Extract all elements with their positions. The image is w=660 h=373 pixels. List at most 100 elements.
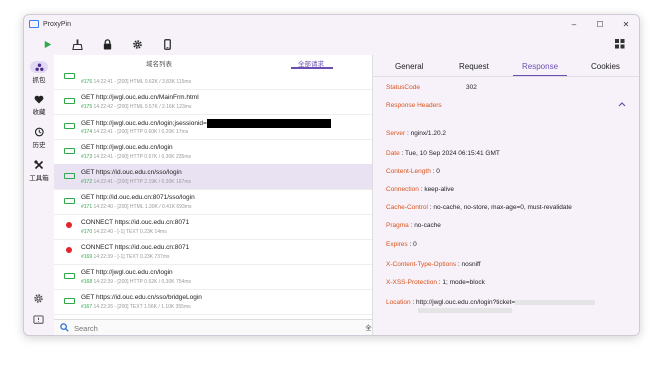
- list-item[interactable]: GET https://id.ouc.edu.cn/sso/bridgeLogi…: [54, 289, 390, 315]
- sidebar-item-label: 抓包: [32, 77, 46, 84]
- request-meta: #171 14:22:40 - [200] HTML 1.30K / 0.41K…: [81, 204, 191, 210]
- request-stats: 14:22:41 - [200] HTTP 2.19K / 0.30K 167m…: [92, 179, 191, 185]
- tab-response[interactable]: Response: [522, 62, 558, 71]
- request-stats: 14:22:39 - [200] HTTP 0.52K / 0.30K 754m…: [92, 279, 191, 285]
- http-icon: [64, 298, 75, 304]
- maximize-button[interactable]: ☐: [587, 15, 613, 33]
- header-row: Content-Length : 0: [386, 168, 440, 175]
- sidebar-item-capture[interactable]: 抓包: [24, 61, 54, 84]
- header-key: X-Content-Type-Options: [386, 261, 457, 268]
- request-stats: 14:22:41 - [200] HTTP 0.60K / 0.20K 17ms: [92, 129, 189, 135]
- http-icon: [64, 98, 75, 104]
- request-url: CONNECT https://id.ouc.edu.cn:8071: [81, 244, 190, 251]
- history-icon: [30, 126, 48, 138]
- request-meta: #172 14:22:41 - [200] HTTP 2.19K / 0.30K…: [81, 179, 191, 185]
- tab-domain-list[interactable]: 域名列表: [146, 58, 172, 68]
- https-lock-button[interactable]: [92, 33, 122, 55]
- list-item[interactable]: GET http://jwgl.ouc.edu.cn/login #173 14:…: [54, 139, 390, 165]
- request-url: GET https://id.ouc.edu.cn/sso/bridgeLogi…: [81, 294, 202, 301]
- header-row: Date : Tue, 10 Sep 2024 06:15:41 GMT: [386, 150, 500, 157]
- request-stats: 14:22:35 - [200] TEXT 1.56K / 1.10K 355m…: [92, 304, 191, 310]
- start-capture-button[interactable]: [32, 33, 62, 55]
- request-id: #176: [81, 79, 93, 85]
- request-line: GET http://jwgl.ouc.edu.cn/MainFrm.html: [81, 94, 199, 101]
- request-url: CONNECT https://id.ouc.edu.cn:8071: [81, 219, 190, 226]
- request-id: #168: [81, 279, 93, 285]
- request-stats: 14:22:40 - [-1] TEXT 0.23K 14ms: [92, 229, 167, 235]
- request-stats: 14:22:41 - [200] HTTP 0.57K / 0.30K 235m…: [92, 154, 191, 160]
- http-icon: [64, 273, 75, 279]
- search-bar: 全部 ▴: [54, 319, 390, 335]
- request-meta: #173 14:22:41 - [200] HTTP 0.57K / 0.30K…: [81, 154, 191, 160]
- lock-icon: [103, 38, 111, 50]
- header-row: Cache-Control : no-cache, no-store, max-…: [386, 204, 572, 211]
- header-value: keep-alive: [424, 186, 454, 193]
- search-input[interactable]: [74, 322, 314, 334]
- request-stats: 14:22:40 - [200] HTML 1.30K / 0.41K 693m…: [92, 204, 192, 210]
- status-code-label: StatusCode: [386, 84, 420, 91]
- request-url: GET https://id.ouc.edu.cn/sso/login: [81, 169, 182, 176]
- broom-icon: [71, 38, 83, 50]
- tools-icon: [30, 159, 48, 171]
- request-id: #174: [81, 129, 93, 135]
- http-icon: [64, 123, 75, 129]
- chevron-up-icon[interactable]: [618, 101, 626, 107]
- list-item[interactable]: #176 14:22:41 - [200] HTML 0.62K / 3.83K…: [54, 69, 390, 90]
- minimize-button[interactable]: –: [561, 15, 587, 33]
- header-value: nosniff: [461, 261, 481, 268]
- request-url: GET http://jwgl.ouc.edu.cn/MainFrm.html: [81, 94, 199, 101]
- header-value: http://jwgl.ouc.edu.cn/login?ticket=: [416, 299, 516, 306]
- sidebar-item-history[interactable]: 历史: [24, 126, 54, 149]
- request-meta: #168 14:22:39 - [200] HTTP 0.52K / 0.30K…: [81, 279, 191, 285]
- tab-request[interactable]: Request: [459, 62, 489, 71]
- tab-cookies[interactable]: Cookies: [591, 62, 620, 71]
- phone-icon: [163, 38, 171, 50]
- list-item[interactable]: CONNECT https://id.ouc.edu.cn:8071 #170 1…: [54, 214, 390, 240]
- grid-icon[interactable]: [615, 39, 625, 49]
- request-url: GET http://jwgl.ouc.edu.cn/login: [81, 269, 173, 276]
- status-code-value: 302: [466, 84, 477, 91]
- header-key: Connection: [386, 186, 419, 193]
- header-value: no-cache: [414, 222, 441, 229]
- request-stats: 14:22:39 - [-1] TEXT 0.23K 737ms: [92, 254, 170, 260]
- list-item[interactable]: GET http://jwgl.ouc.edu.cn/MainFrm.html #…: [54, 89, 390, 115]
- request-rows: #176 14:22:41 - [200] HTML 0.62K / 3.83K…: [54, 69, 390, 319]
- header-value: 0: [436, 168, 440, 175]
- header-row: Server : nginx/1.20.2: [386, 130, 446, 137]
- sidebar-item-toolbox[interactable]: 工具箱: [24, 159, 54, 182]
- tab-general[interactable]: General: [395, 62, 423, 71]
- request-line: CONNECT https://id.ouc.edu.cn:8071: [81, 219, 189, 226]
- request-url: GET http://id.ouc.edu.cn:8071/sso/login: [81, 194, 195, 201]
- request-line: GET https://id.ouc.edu.cn/sso/bridgeLogi…: [81, 294, 202, 301]
- header-key: Content-Length: [386, 168, 431, 175]
- list-item[interactable]: GET http://id.ouc.edu.cn:8071/sso/login #…: [54, 189, 390, 215]
- list-item[interactable]: GET https://id.ouc.edu.cn/sso/login #172 …: [54, 164, 390, 190]
- app-window: ProxyPin – ☐ ✕ 抓包 收藏 历史 工具箱 域名列表 全部请求 #1…: [23, 14, 640, 336]
- list-item[interactable]: CONNECT https://id.ouc.edu.cn:8071 #169 1…: [54, 239, 390, 265]
- mobile-button[interactable]: [152, 33, 182, 55]
- title-bar: ProxyPin – ☐ ✕: [24, 15, 639, 33]
- settings-button[interactable]: [122, 33, 152, 55]
- request-id: #167: [81, 304, 93, 310]
- request-id: #172: [81, 179, 93, 185]
- header-row: Pragma : no-cache: [386, 222, 441, 229]
- header-key: Cache-Control: [386, 204, 428, 211]
- header-key: Pragma: [386, 222, 409, 229]
- close-button[interactable]: ✕: [613, 15, 639, 33]
- clear-button[interactable]: [62, 33, 92, 55]
- request-meta: #175 14:22:42 - [200] HTML 0.57K / 2.16K…: [81, 104, 191, 110]
- app-title: ProxyPin: [43, 20, 72, 28]
- list-item[interactable]: GET http://jwgl.ouc.edu.cn/login #168 14:…: [54, 264, 390, 290]
- gear-icon: [132, 39, 142, 49]
- sidebar-item-favorites[interactable]: 收藏: [24, 93, 54, 116]
- feedback-icon[interactable]: [33, 315, 44, 326]
- request-meta: #176 14:22:41 - [200] HTML 0.62K / 3.83K…: [81, 79, 191, 85]
- settings-icon[interactable]: [33, 293, 44, 304]
- list-item[interactable]: GET http://jwgl.ouc.edu.cn/login;jsessio…: [54, 114, 390, 140]
- header-row: X-XSS-Protection : 1; mode=block: [386, 279, 485, 286]
- request-line: GET http://id.ouc.edu.cn:8071/sso/login: [81, 194, 195, 201]
- header-key: Location: [386, 299, 411, 306]
- redacted-block: [515, 299, 596, 305]
- http-icon: [64, 198, 75, 204]
- header-value: 1; mode=block: [442, 279, 485, 286]
